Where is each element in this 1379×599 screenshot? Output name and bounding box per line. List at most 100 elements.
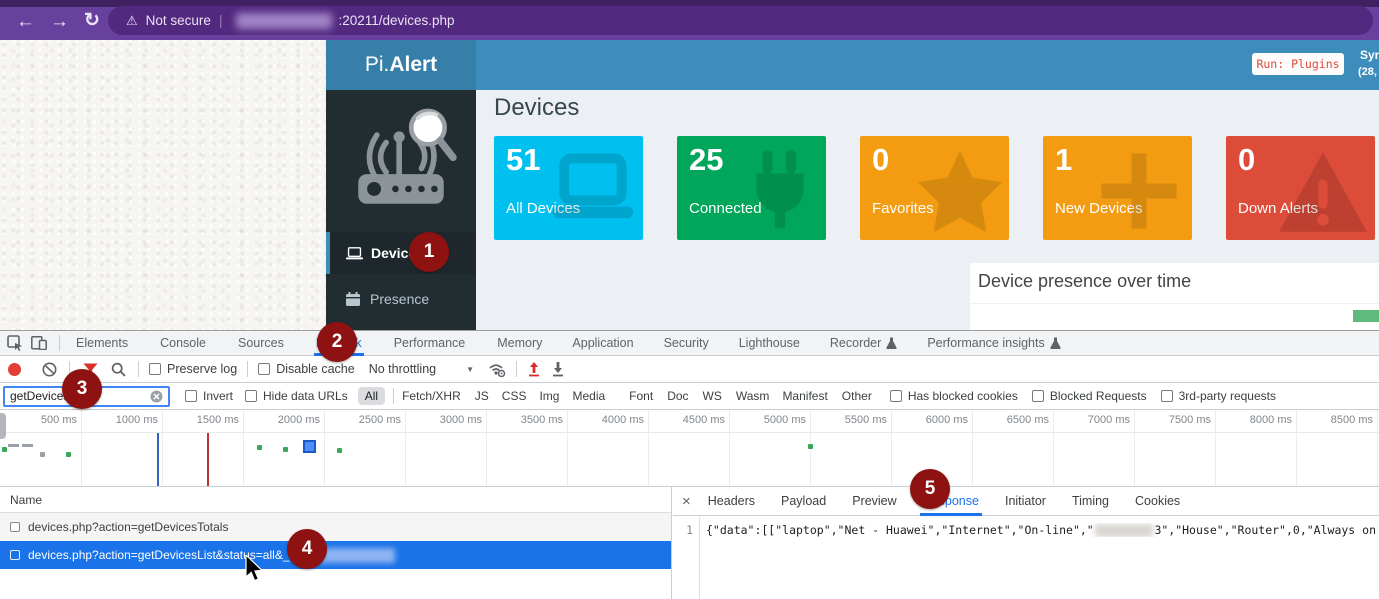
timeline-tick-label: 5500 ms bbox=[845, 414, 887, 426]
clear-network-log-icon[interactable] bbox=[42, 362, 57, 377]
name-column-header[interactable]: Name bbox=[10, 493, 42, 507]
tab-application[interactable]: Application bbox=[562, 331, 643, 356]
has-blocked-cookies-toggle[interactable]: Has blocked cookies bbox=[890, 389, 1018, 403]
tab-console[interactable]: Console bbox=[150, 331, 216, 356]
card-down-alerts[interactable]: 0 Down Alerts bbox=[1226, 136, 1375, 240]
card-all-devices[interactable]: 51 All Devices bbox=[494, 136, 643, 240]
network-conditions-icon[interactable] bbox=[488, 362, 506, 377]
third-party-requests-toggle[interactable]: 3rd-party requests bbox=[1161, 389, 1276, 403]
filter-type-css[interactable]: CSS bbox=[502, 389, 527, 403]
request-row-devices-list[interactable]: devices.php?action=getDevicesList&status… bbox=[0, 541, 671, 569]
response-line-number: 1 bbox=[686, 523, 693, 537]
filter-type-fetch-xhr[interactable]: Fetch/XHR bbox=[402, 389, 461, 403]
filter-type-ws[interactable]: WS bbox=[703, 389, 722, 403]
network-overview-timeline[interactable]: 500 ms1000 ms1500 ms2000 ms2500 ms3000 m… bbox=[0, 410, 1379, 487]
tab-recorder[interactable]: Recorder bbox=[820, 331, 907, 356]
timeline-gridline bbox=[486, 410, 487, 487]
run-plugins-button[interactable]: Run: Plugins bbox=[1252, 53, 1344, 75]
filter-type-doc[interactable]: Doc bbox=[667, 389, 688, 403]
blocked-requests-checkbox[interactable] bbox=[1032, 390, 1044, 402]
not-secure-label[interactable]: Not secure bbox=[146, 13, 211, 28]
tab-sources[interactable]: Sources bbox=[228, 331, 294, 356]
request-row-checkbox[interactable] bbox=[10, 550, 20, 560]
timeline-gridline bbox=[567, 410, 568, 487]
filter-funnel-icon[interactable] bbox=[83, 363, 98, 376]
details-tab-cookies[interactable]: Cookies bbox=[1126, 487, 1189, 516]
filter-input[interactable]: getDevices bbox=[3, 386, 170, 407]
filter-type-img[interactable]: Img bbox=[539, 389, 559, 403]
filter-type-manifest[interactable]: Manifest bbox=[782, 389, 827, 403]
tab-lighthouse[interactable]: Lighthouse bbox=[729, 331, 810, 356]
tab-security[interactable]: Security bbox=[654, 331, 719, 356]
tab-elements[interactable]: Elements bbox=[66, 331, 138, 356]
tab-network[interactable]: Network bbox=[306, 331, 372, 356]
filter-type-font[interactable]: Font bbox=[629, 389, 653, 403]
timeline-gridline bbox=[81, 410, 82, 487]
details-tab-payload-label: Payload bbox=[781, 494, 826, 508]
request-list-header[interactable]: Name bbox=[0, 487, 671, 513]
filter-type-all[interactable]: All bbox=[358, 387, 385, 405]
import-har-icon[interactable] bbox=[527, 362, 541, 377]
blocked-requests-toggle[interactable]: Blocked Requests bbox=[1032, 389, 1147, 403]
record-network-log-icon[interactable] bbox=[8, 363, 21, 376]
tab-performance-insights[interactable]: Performance insights bbox=[917, 331, 1070, 356]
presence-panel: Device presence over time Online Offline… bbox=[970, 263, 1379, 330]
export-har-icon[interactable] bbox=[551, 362, 565, 377]
details-tab-payload[interactable]: Payload bbox=[772, 487, 835, 516]
details-tab-preview[interactable]: Preview bbox=[843, 487, 905, 516]
timeline-tick-label: 4000 ms bbox=[602, 414, 644, 426]
waterfall-mark-dot bbox=[337, 448, 342, 453]
disable-cache-toggle[interactable]: Disable cache bbox=[258, 362, 355, 376]
details-tab-timing[interactable]: Timing bbox=[1063, 487, 1118, 516]
disable-cache-checkbox[interactable] bbox=[258, 363, 270, 375]
hide-data-urls-toggle[interactable]: Hide data URLs bbox=[245, 389, 348, 403]
filter-type-other[interactable]: Other bbox=[842, 389, 872, 403]
preserve-log-checkbox[interactable] bbox=[149, 363, 161, 375]
invert-checkbox[interactable] bbox=[185, 390, 197, 402]
tab-performance[interactable]: Performance bbox=[384, 331, 476, 356]
details-tab-timing-label: Timing bbox=[1072, 494, 1109, 508]
has-blocked-cookies-checkbox[interactable] bbox=[890, 390, 902, 402]
presence-legend: Online Offline/Down Archived bbox=[1353, 309, 1379, 323]
filter-type-media[interactable]: Media bbox=[572, 389, 605, 403]
sidebar-item-presence[interactable]: Presence bbox=[326, 278, 476, 320]
legend-online-swatch[interactable] bbox=[1353, 310, 1379, 322]
app-logo[interactable]: Pi.Alert bbox=[326, 40, 476, 90]
card-favorites[interactable]: 0 Favorites bbox=[860, 136, 1009, 240]
waterfall-mark-dot bbox=[808, 444, 813, 449]
request-row-checkbox[interactable] bbox=[10, 522, 20, 532]
hide-data-urls-checkbox[interactable] bbox=[245, 390, 257, 402]
inspect-element-icon[interactable] bbox=[7, 335, 23, 351]
timeline-tick-label: 8500 ms bbox=[1331, 414, 1373, 426]
third-party-requests-checkbox[interactable] bbox=[1161, 390, 1173, 402]
tab-network-label: Network bbox=[316, 336, 362, 350]
address-url[interactable]: :20211/devices.php bbox=[338, 13, 454, 28]
request-row-totals[interactable]: devices.php?action=getDevicesTotals bbox=[0, 513, 671, 541]
invert-toggle[interactable]: Invert bbox=[185, 389, 233, 403]
card-connected[interactable]: 25 Connected bbox=[677, 136, 826, 240]
preserve-log-toggle[interactable]: Preserve log bbox=[149, 362, 237, 376]
timeline-drag-handle[interactable] bbox=[0, 413, 6, 439]
response-content-line[interactable]: {"data":[["laptop","Net - Huawei","Inter… bbox=[706, 523, 1376, 537]
filter-type-wasm[interactable]: Wasm bbox=[736, 389, 770, 403]
details-tab-headers[interactable]: Headers bbox=[699, 487, 764, 516]
throttling-select[interactable]: No throttling ▼ bbox=[369, 362, 474, 376]
waterfall-mark-dot bbox=[40, 452, 45, 457]
search-icon[interactable] bbox=[111, 362, 126, 377]
details-tab-response[interactable]: Response bbox=[914, 487, 988, 516]
back-icon[interactable]: ← bbox=[16, 12, 35, 31]
tab-memory[interactable]: Memory bbox=[487, 331, 552, 356]
reload-icon[interactable]: ↻ bbox=[84, 11, 100, 30]
filter-type-js[interactable]: JS bbox=[475, 389, 489, 403]
laptop-ghost-icon bbox=[545, 150, 637, 228]
device-toolbar-icon[interactable] bbox=[31, 336, 47, 350]
sidebar-item-devices[interactable]: Devices bbox=[326, 232, 476, 274]
card-new-devices[interactable]: 1 New Devices bbox=[1043, 136, 1192, 240]
address-bar[interactable]: ⚠ Not secure | :20211/devices.php bbox=[108, 6, 1373, 35]
response-body[interactable]: 1 {"data":[["laptop","Net - Huawei","Int… bbox=[673, 517, 1379, 599]
forward-icon[interactable]: → bbox=[50, 12, 69, 31]
details-tab-initiator[interactable]: Initiator bbox=[996, 487, 1055, 516]
clear-filter-icon[interactable] bbox=[150, 390, 163, 403]
close-details-icon[interactable]: × bbox=[682, 493, 691, 510]
address-divider: | bbox=[219, 13, 223, 28]
